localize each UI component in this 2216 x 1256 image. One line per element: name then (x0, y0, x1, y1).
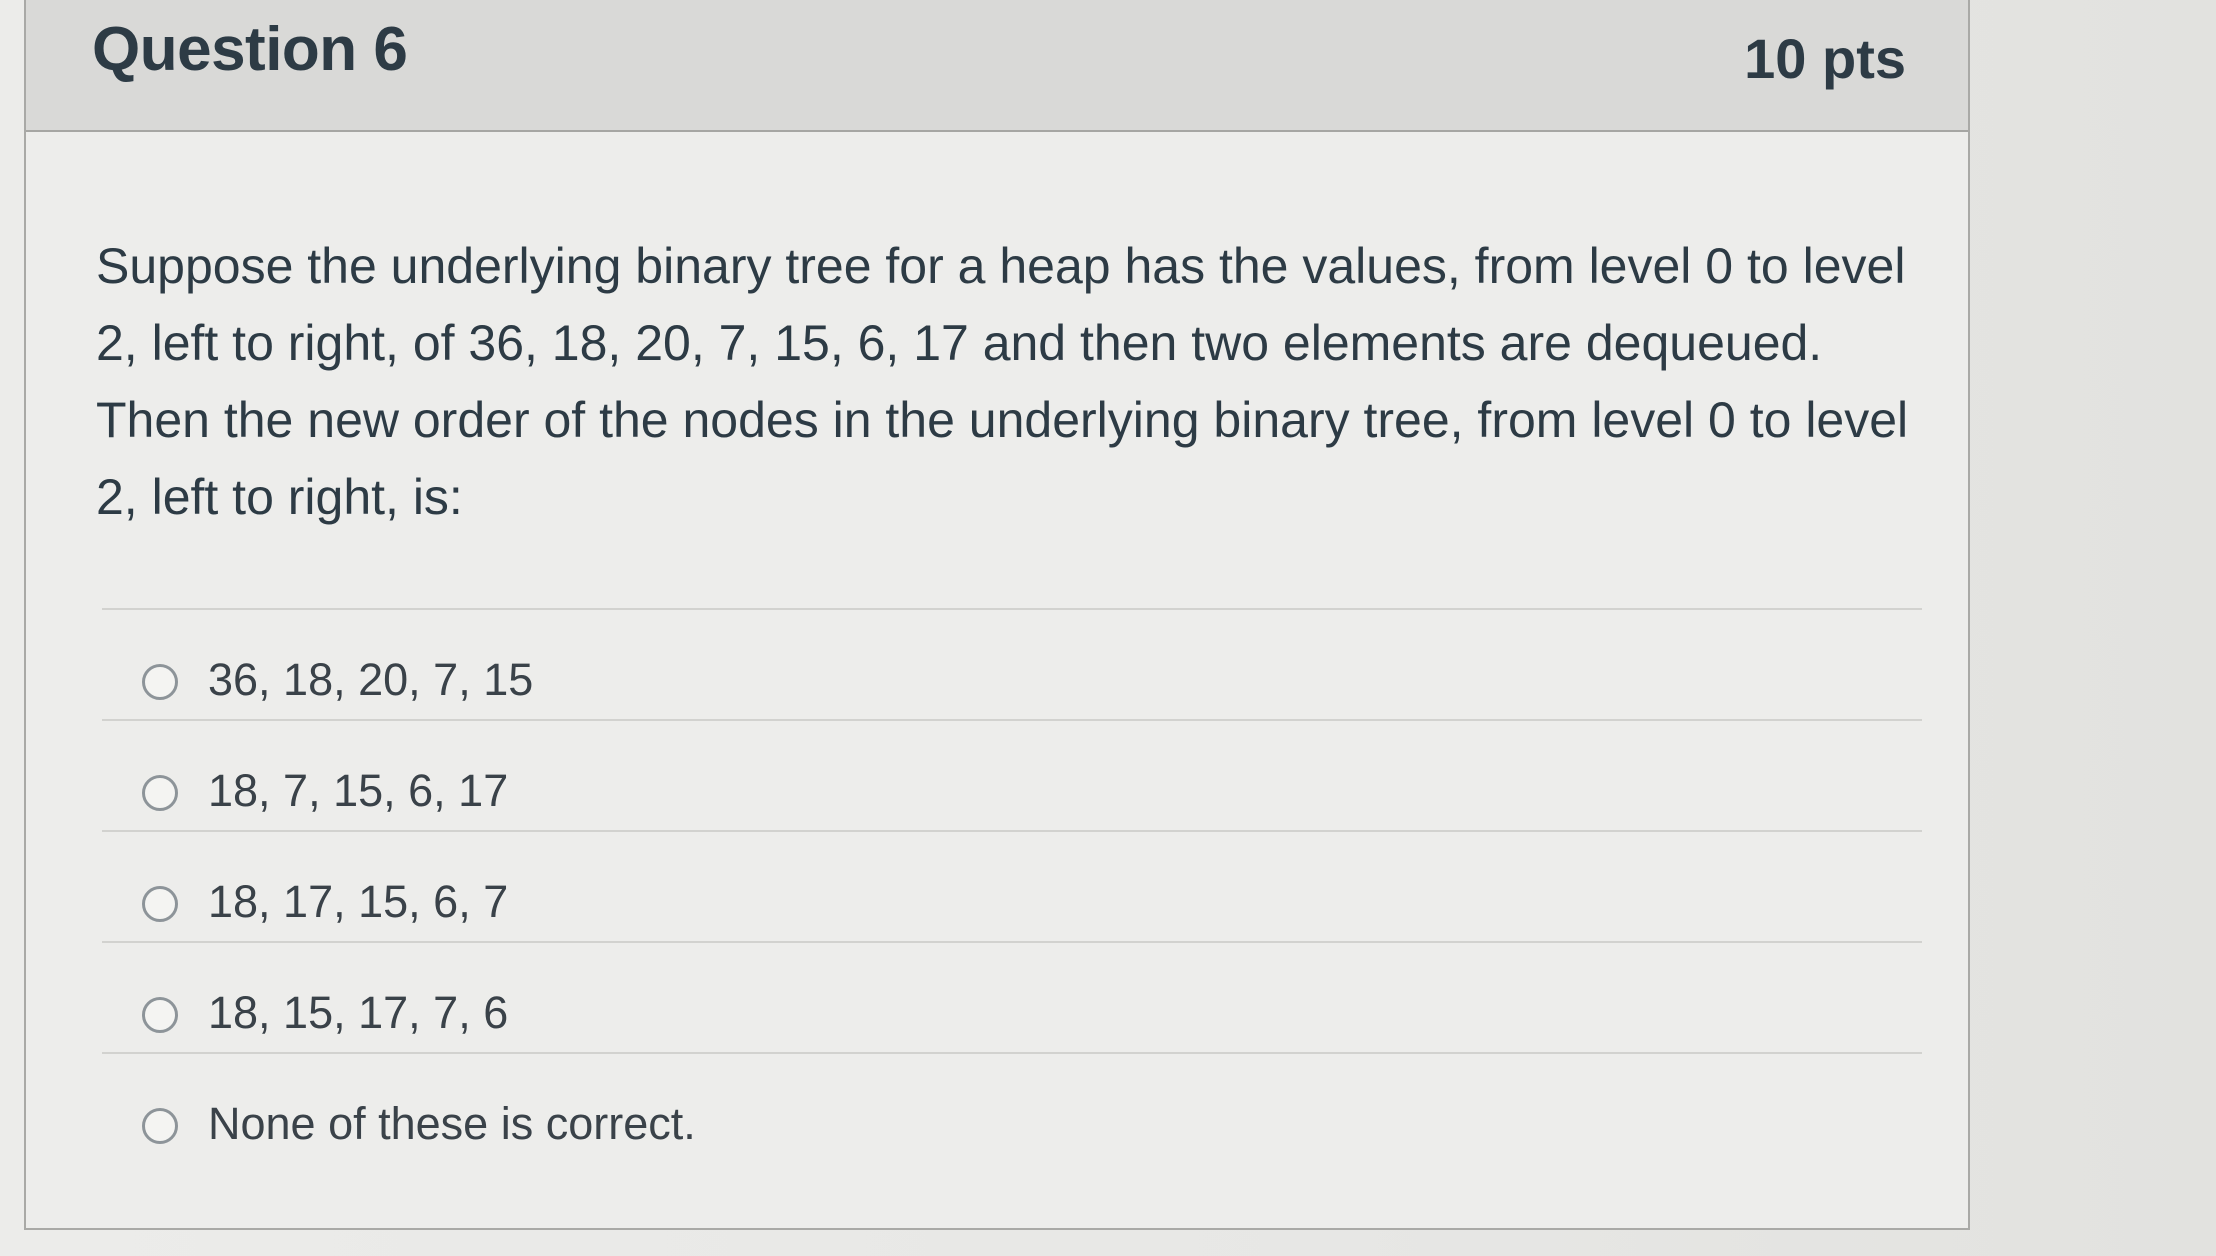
page: Question 6 10 pts Suppose the underlying… (0, 0, 2216, 1256)
question-card: Question 6 10 pts Suppose the underlying… (24, 0, 1970, 1230)
radio-button[interactable] (142, 664, 178, 700)
answer-option-5[interactable]: None of these is correct. (102, 1054, 1922, 1165)
answer-label[interactable]: 36, 18, 20, 7, 15 (208, 654, 533, 706)
radio-button[interactable] (142, 1108, 178, 1144)
answer-option-4[interactable]: 18, 15, 17, 7, 6 (102, 943, 1922, 1054)
answer-label[interactable]: 18, 17, 15, 6, 7 (208, 876, 508, 928)
question-text: Suppose the underlying binary tree for a… (96, 238, 1909, 525)
answer-option-2[interactable]: 18, 7, 15, 6, 17 (102, 721, 1922, 832)
question-header: Question 6 10 pts (26, 0, 1968, 132)
answer-option-1[interactable]: 36, 18, 20, 7, 15 (102, 610, 1922, 721)
answer-label[interactable]: None of these is correct. (208, 1098, 696, 1150)
answer-label[interactable]: 18, 7, 15, 6, 17 (208, 765, 508, 817)
radio-button[interactable] (142, 886, 178, 922)
answer-list: 36, 18, 20, 7, 15 18, 7, 15, 6, 17 18, 1… (102, 608, 1922, 1165)
question-points: 10 pts (1744, 27, 1906, 90)
question-title: Question 6 (92, 15, 408, 84)
radio-button[interactable] (142, 997, 178, 1033)
radio-button[interactable] (142, 775, 178, 811)
answer-option-3[interactable]: 18, 17, 15, 6, 7 (102, 832, 1922, 943)
answer-label[interactable]: 18, 15, 17, 7, 6 (208, 987, 508, 1039)
